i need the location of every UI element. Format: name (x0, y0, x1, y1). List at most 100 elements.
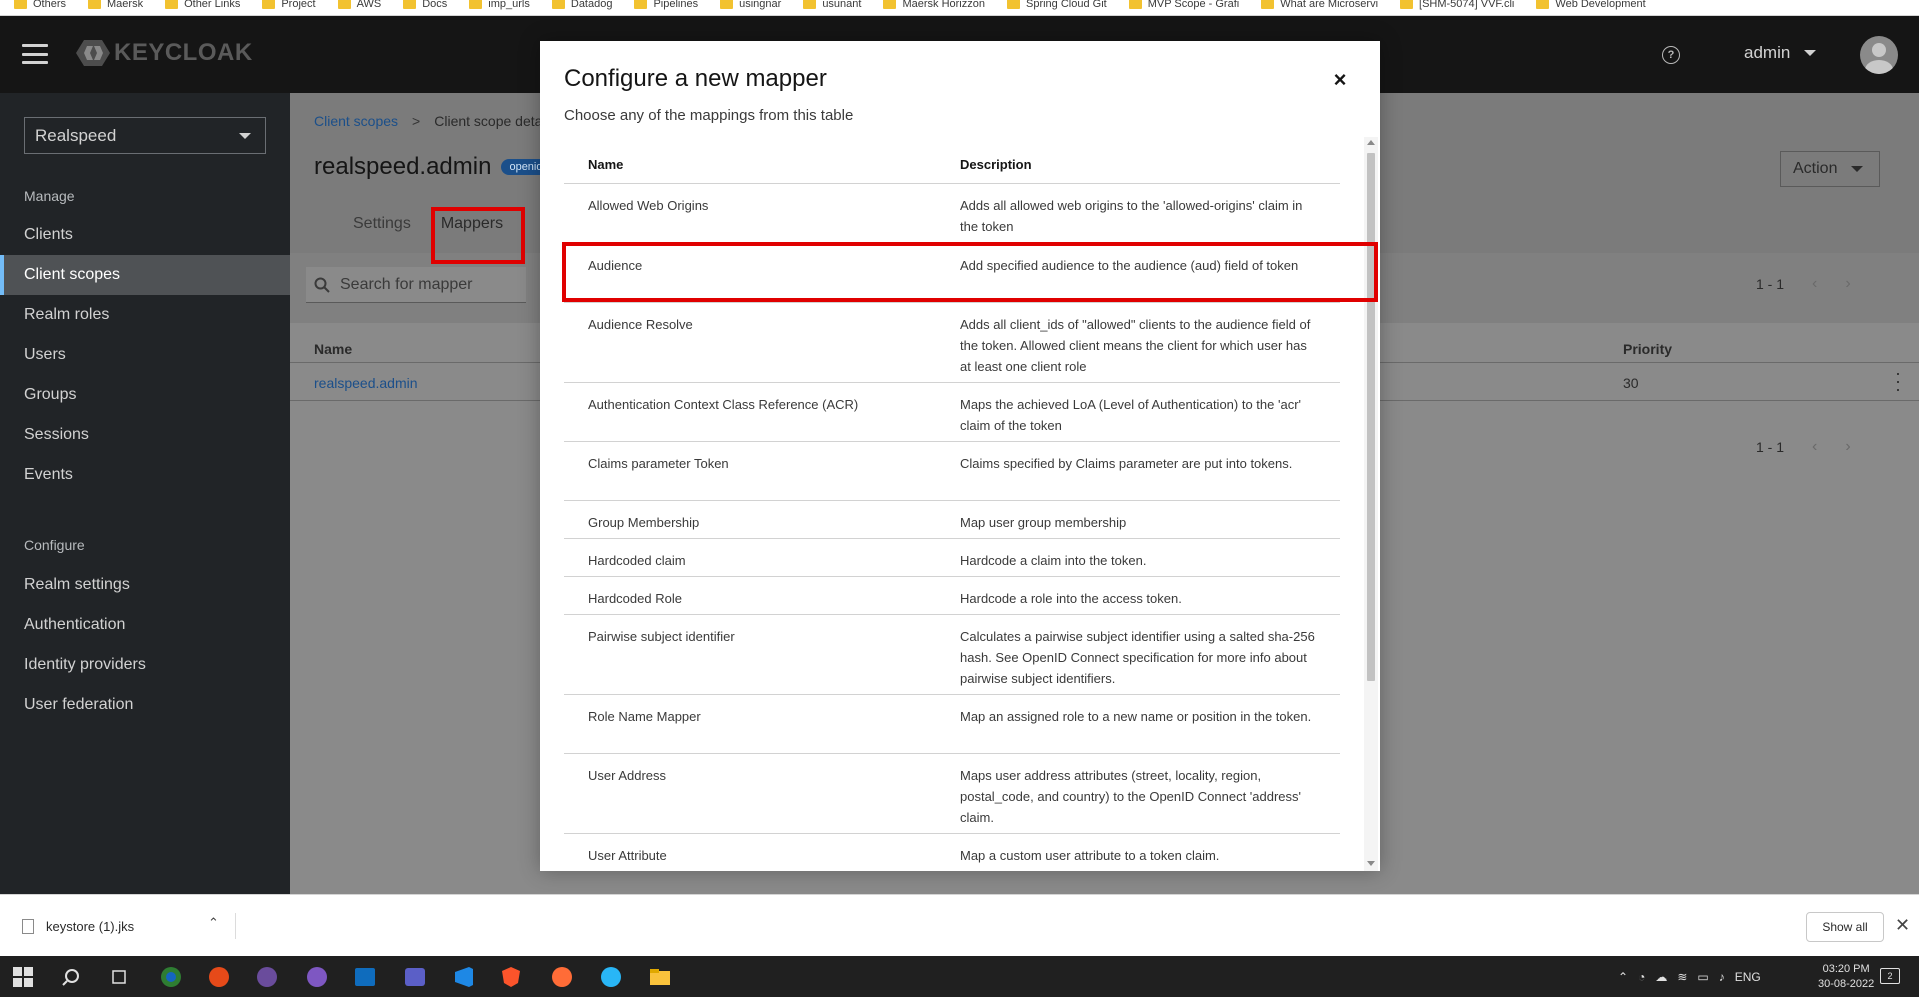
app-icon-purple[interactable] (256, 966, 278, 988)
onedrive-icon[interactable]: ☁ (1655, 970, 1667, 984)
mapper-row-role-name-mapper[interactable]: Role Name Mapper Map an assigned role to… (564, 695, 1340, 754)
chevron-left-icon[interactable]: ‹ (1812, 438, 1817, 456)
folder-icon (403, 0, 417, 9)
app-icon-orange[interactable] (208, 966, 230, 988)
search-input[interactable]: Search for mapper (306, 267, 526, 303)
outlook-icon[interactable] (354, 966, 376, 988)
avatar[interactable] (1860, 36, 1898, 74)
chevron-right-icon[interactable]: › (1845, 275, 1850, 293)
bookmark-item[interactable]: Spring Cloud Git (1007, 0, 1107, 10)
pagination-count[interactable]: 1 - 1 (1756, 276, 1784, 292)
sidebar-item-groups[interactable]: Groups (0, 375, 290, 415)
scrollbar-thumb[interactable] (1367, 153, 1375, 681)
file-explorer-icon[interactable] (649, 966, 671, 988)
mapper-row-hardcoded-role[interactable]: Hardcoded Role Hardcode a role into the … (564, 577, 1340, 615)
mapper-row-claims-parameter-token[interactable]: Claims parameter Token Claims specified … (564, 442, 1340, 501)
column-header-name[interactable]: Name (314, 341, 352, 357)
sidebar-item-client-scopes[interactable]: Client scopes (0, 255, 290, 295)
user-menu-toggle[interactable]: admin (1744, 43, 1817, 63)
bookmark-item[interactable]: What are Microservi (1261, 0, 1378, 10)
bookmark-item[interactable]: imp_urls (469, 0, 530, 10)
folder-icon (262, 0, 276, 9)
battery-icon[interactable]: ▭ (1697, 970, 1708, 984)
app-icon-blue[interactable] (600, 966, 622, 988)
sidebar-item-realm-settings[interactable]: Realm settings (0, 565, 290, 605)
close-icon[interactable]: ✕ (1895, 915, 1910, 936)
scroll-down-arrow-icon[interactable] (1367, 861, 1375, 866)
bookmark-item[interactable]: MVP Scope - Grafi (1128, 0, 1239, 10)
sidebar-item-clients[interactable]: Clients (0, 215, 290, 255)
bookmark-item[interactable]: Other Links (165, 0, 240, 10)
bookmark-item[interactable]: AWS (337, 0, 381, 10)
notification-icon[interactable]: 2 (1880, 968, 1900, 984)
sidebar-item-user-federation[interactable]: User federation (0, 685, 290, 725)
bookmark-item[interactable]: [SHM-5074] VVF.cli (1400, 0, 1514, 10)
bookmark-item[interactable]: Pipelines (634, 0, 698, 10)
keycloak-logo[interactable]: KEYCLOAK (76, 38, 253, 68)
mapper-row-acr[interactable]: Authentication Context Class Reference (… (564, 383, 1340, 442)
volume-icon[interactable]: ♪ (1719, 970, 1725, 984)
mapper-description: Adds all allowed web origins to the 'all… (960, 198, 1303, 234)
globe-app-icon[interactable] (160, 966, 182, 988)
mapper-name: Authentication Context Class Reference (… (588, 397, 859, 412)
pagination-count[interactable]: 1 - 1 (1756, 439, 1784, 455)
column-header-priority[interactable]: Priority (1623, 341, 1672, 357)
chevron-up-icon[interactable]: ⌃ (208, 915, 219, 931)
show-all-button[interactable]: Show all (1806, 912, 1884, 942)
bookmark-item[interactable]: Web Development (1536, 0, 1646, 10)
chevron-left-icon[interactable]: ‹ (1812, 275, 1817, 293)
postman-icon[interactable] (551, 966, 573, 988)
bookmark-item[interactable]: Datadog (551, 0, 612, 10)
scroll-up-arrow-icon[interactable] (1367, 140, 1375, 145)
bookmark-item[interactable]: Maersk (88, 0, 143, 10)
bookmark-item[interactable]: Docs (403, 0, 447, 10)
mapper-row-user-attribute[interactable]: User Attribute Map a custom user attribu… (564, 834, 1340, 864)
mapper-row-pairwise-subject-identifier[interactable]: Pairwise subject identifier Calculates a… (564, 615, 1340, 695)
download-item[interactable]: keystore (1).jks (22, 913, 236, 939)
mapper-link[interactable]: realspeed.admin (314, 375, 418, 391)
bookmark-item[interactable]: Project (262, 0, 316, 10)
language-indicator[interactable]: ENG (1735, 970, 1761, 984)
sidebar-item-realm-roles[interactable]: Realm roles (0, 295, 290, 335)
mapper-row-audience-resolve[interactable]: Audience Resolve Adds all client_ids of … (564, 303, 1340, 383)
bookmark-item[interactable]: usunant (803, 0, 861, 10)
sidebar: Realspeed Manage Clients Client scopes R… (0, 93, 290, 894)
sidebar-item-authentication[interactable]: Authentication (0, 605, 290, 645)
realm-selector[interactable]: Realspeed (24, 117, 266, 154)
github-icon[interactable] (306, 966, 328, 988)
vscode-icon[interactable] (452, 966, 474, 988)
search-icon[interactable] (60, 966, 82, 988)
taskbar-clock[interactable]: 03:20 PM 30-08-2022 (1818, 962, 1874, 992)
tab-settings[interactable]: Settings (338, 208, 426, 240)
windows-start-icon[interactable] (12, 966, 34, 988)
hamburger-menu-icon[interactable] (22, 44, 48, 64)
chevron-up-icon[interactable]: ⌃ (1618, 970, 1628, 984)
page-title-text: realspeed.admin (314, 153, 492, 180)
bookmark-item[interactable]: Others (14, 0, 66, 10)
teams-icon[interactable] (404, 966, 426, 988)
sidebar-item-users[interactable]: Users (0, 335, 290, 375)
close-icon[interactable]: × (1330, 69, 1350, 91)
sidebar-item-sessions[interactable]: Sessions (0, 415, 290, 455)
help-icon[interactable]: ? (1662, 46, 1680, 64)
sidebar-item-identity-providers[interactable]: Identity providers (0, 645, 290, 685)
mapper-row-group-membership[interactable]: Group Membership Map user group membersh… (564, 501, 1340, 539)
task-view-icon[interactable] (108, 966, 130, 988)
breadcrumb-client-scopes[interactable]: Client scopes (314, 113, 398, 129)
mapper-row-user-address[interactable]: User Address Maps user address attribute… (564, 754, 1340, 834)
chevron-right-icon[interactable]: › (1845, 438, 1850, 456)
kebab-menu-icon[interactable]: · · · (1892, 364, 1904, 398)
mapper-row-allowed-web-origins[interactable]: Allowed Web Origins Adds all allowed web… (564, 184, 1340, 244)
mapper-row-hardcoded-claim[interactable]: Hardcoded claim Hardcode a claim into th… (564, 539, 1340, 577)
bookmark-item[interactable]: usingnar (720, 0, 781, 10)
brave-browser-icon[interactable] (500, 966, 522, 988)
network-icon[interactable]: ◔ (1638, 970, 1645, 984)
modal-subtitle: Choose any of the mappings from this tab… (564, 107, 854, 124)
mapper-description: Maps user address attributes (street, lo… (960, 768, 1302, 825)
mapper-name: Pairwise subject identifier (588, 629, 735, 644)
nav-section-configure: Configure (24, 537, 85, 553)
wifi-icon[interactable]: ≋ (1677, 970, 1687, 984)
bookmark-item[interactable]: Maersk Horizzon (883, 0, 985, 10)
sidebar-item-events[interactable]: Events (0, 455, 290, 495)
action-dropdown[interactable]: Action (1780, 151, 1880, 187)
